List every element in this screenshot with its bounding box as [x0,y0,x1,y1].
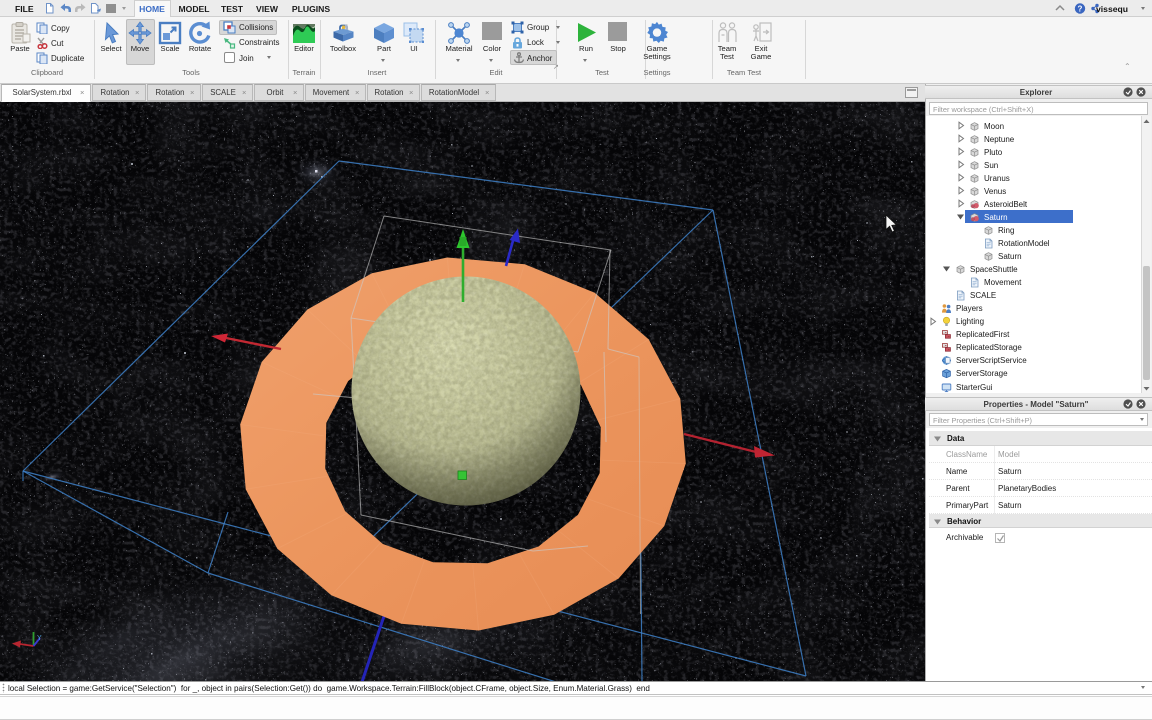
svg-text:?: ? [1078,4,1083,13]
svg-text:Y: Y [37,635,42,642]
